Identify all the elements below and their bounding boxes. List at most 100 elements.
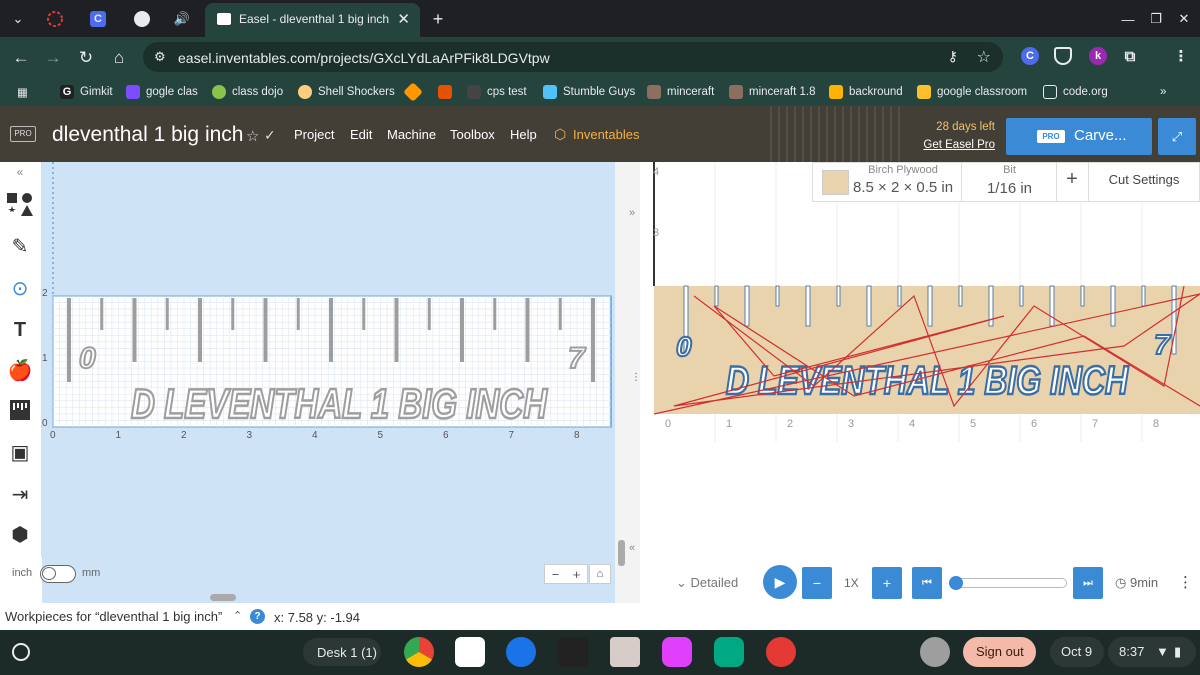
chrome-menu-icon[interactable]: ⋮ <box>1172 47 1190 65</box>
bit-value[interactable]: 1/16 in <box>963 180 1056 197</box>
play-icon[interactable]: ▶ <box>763 565 797 599</box>
project-title[interactable]: dleventhal 1 big inch <box>52 123 243 147</box>
detail-dropdown[interactable]: ⌄ Detailed <box>676 575 738 591</box>
desk-button[interactable]: Desk 1 (1) <box>303 638 381 666</box>
panel-splitter[interactable]: » ⋮ « <box>615 162 641 603</box>
extensions-puzzle-icon[interactable]: ⧉ <box>1121 47 1139 65</box>
bookmark-backround[interactable]: backround <box>829 84 903 100</box>
reload-icon[interactable]: ↻ <box>75 47 97 69</box>
add-bit-button[interactable]: + <box>1058 168 1086 191</box>
home-icon[interactable]: ⌂ <box>108 47 130 69</box>
workpieces-label[interactable]: Workpieces for “dleventhal 1 big inch” <box>5 609 222 624</box>
chrome-app-icon[interactable] <box>404 637 434 667</box>
forward-icon[interactable]: → <box>42 47 64 69</box>
menu-toolbox[interactable]: Toolbox <box>450 127 495 142</box>
zoom-home-icon[interactable]: ⌂ <box>589 564 611 584</box>
favorite-star-icon[interactable]: ☆ <box>246 127 259 145</box>
zoom-out-icon[interactable]: − <box>552 567 560 582</box>
horizontal-scrollbar[interactable] <box>210 594 236 601</box>
password-key-icon[interactable]: ⚷ <box>948 48 958 65</box>
extension-k-icon[interactable]: k <box>1089 47 1107 65</box>
game-app-icon[interactable] <box>610 637 640 667</box>
expand-design-icon[interactable]: « <box>629 542 635 554</box>
design-canvas[interactable]: 0 7 D LEVENTHAL 1 BIG INCH − + ⌂ inch mm 0 1… <box>12 162 615 603</box>
canvas-app-icon[interactable] <box>766 637 796 667</box>
bookmark-class-dojo[interactable]: class dojo <box>212 84 283 100</box>
user-avatar[interactable] <box>920 637 950 667</box>
bad-time-app-icon[interactable] <box>558 637 588 667</box>
collapse-toolbar-icon[interactable]: « <box>0 162 40 182</box>
bookmark-stumble-guys[interactable]: Stumble Guys <box>543 84 635 100</box>
bookmark-minceraft[interactable]: minceraft <box>647 84 714 100</box>
pen-tool-icon[interactable]: ✎ <box>0 226 40 266</box>
carve-button[interactable]: PRO Carve... <box>1006 118 1152 155</box>
bookmark-minceraft-1-8[interactable]: minceraft 1.8 <box>729 84 815 100</box>
material-name[interactable]: Birch Plywood <box>838 164 968 176</box>
close-tab-icon[interactable]: ✕ <box>397 10 410 28</box>
bookmark-google-classroom[interactable]: google classroom <box>917 84 1027 100</box>
active-tab[interactable]: Easel - dleventhal 1 big inch ✕ <box>205 3 420 37</box>
bookmark-gimkit[interactable]: G Gimkit <box>60 84 113 100</box>
icon-library-icon[interactable]: 🍎 <box>0 350 40 390</box>
bookmark-game-favicon[interactable] <box>438 84 458 100</box>
progress-knob[interactable] <box>949 576 963 590</box>
more-options-icon[interactable]: ⋮ <box>1178 573 1193 591</box>
menu-edit[interactable]: Edit <box>350 127 372 142</box>
menu-machine[interactable]: Machine <box>387 127 436 142</box>
unit-toggle[interactable] <box>40 565 76 583</box>
apps-grid-icon[interactable]: ▦ <box>17 84 28 100</box>
workpieces-toggle-icon[interactable]: ⌃ <box>233 609 242 622</box>
back-icon[interactable]: ← <box>10 47 32 69</box>
sign-out-button[interactable]: Sign out <box>963 637 1036 667</box>
apps-ruler-icon[interactable] <box>0 390 40 430</box>
bookmark-gogle-clas[interactable]: gogle clas <box>126 84 198 100</box>
audio-tab-icon[interactable]: 🔊 <box>172 9 192 29</box>
bookmark-star-favicon[interactable] <box>403 82 426 102</box>
more-bookmarks-icon[interactable]: » <box>1160 84 1166 100</box>
restore-icon[interactable]: ❐ <box>1146 9 1166 29</box>
text-tool-icon[interactable]: T <box>0 310 40 350</box>
preview-canvas[interactable]: 07D LEVENTHAL 1 BIG INCH 01234567843 <box>640 162 1200 603</box>
tab-search-icon[interactable]: ⌄ <box>8 9 28 29</box>
extension-shield-icon[interactable] <box>1054 47 1072 65</box>
zoom-in-icon[interactable]: + <box>573 567 581 582</box>
vertical-scrollbar[interactable] <box>618 540 625 566</box>
faster-icon[interactable]: + <box>872 567 902 599</box>
import-icon[interactable]: ⇥ <box>0 474 40 514</box>
jamboard-app-icon[interactable] <box>662 637 692 667</box>
files-app-icon[interactable] <box>506 637 536 667</box>
address-bar[interactable]: ⚙ easel.inventables.com/projects/GXcLYdL… <box>143 42 1003 72</box>
menu-project[interactable]: Project <box>294 127 334 142</box>
fullscreen-icon[interactable]: ⤢ <box>1158 118 1196 155</box>
shapes-icon[interactable] <box>0 184 40 224</box>
date-tray[interactable]: Oct 9 <box>1050 637 1104 667</box>
drive-app-icon[interactable] <box>455 637 485 667</box>
3d-view-icon[interactable]: ⬢ <box>0 514 40 554</box>
pinned-tab-discord-icon[interactable] <box>132 9 152 29</box>
status-tray[interactable]: 8:37 ▼ ▮ <box>1108 637 1196 667</box>
slower-icon[interactable]: − <box>802 567 832 599</box>
bookmark-code-org[interactable]: code.org <box>1043 84 1108 100</box>
new-tab-icon[interactable]: + <box>428 9 448 29</box>
pinned-tab-c-icon[interactable]: C <box>88 9 108 29</box>
progress-track[interactable] <box>955 578 1067 588</box>
bookmark-star-icon[interactable]: ☆ <box>977 47 991 67</box>
skip-end-icon[interactable]: ⏭ <box>1073 567 1103 599</box>
expand-preview-icon[interactable]: » <box>629 207 635 219</box>
cut-settings-button[interactable]: Cut Settings <box>1089 172 1199 187</box>
menu-help[interactable]: Help <box>510 127 537 142</box>
classroom-app-icon[interactable] <box>714 637 744 667</box>
launcher-icon[interactable] <box>12 643 30 661</box>
close-window-icon[interactable]: ✕ <box>1174 9 1194 29</box>
bookmark-cps-test[interactable]: cps test <box>467 84 527 100</box>
point-tool-icon[interactable]: ⊙ <box>0 268 40 308</box>
extension-c-icon[interactable]: C <box>1021 47 1039 65</box>
minimize-icon[interactable]: — <box>1118 9 1138 29</box>
rewind-icon[interactable]: ⏮ <box>912 567 942 599</box>
loading-tab-icon[interactable] <box>45 9 65 29</box>
get-easel-pro-link[interactable]: Get Easel Pro <box>905 139 995 151</box>
inventables-link[interactable]: Inventables <box>573 127 640 142</box>
parts-library-icon[interactable]: ▣ <box>0 432 40 472</box>
bookmark-shell-shockers[interactable]: Shell Shockers <box>298 84 395 100</box>
site-info-icon[interactable]: ⚙ <box>154 49 166 65</box>
